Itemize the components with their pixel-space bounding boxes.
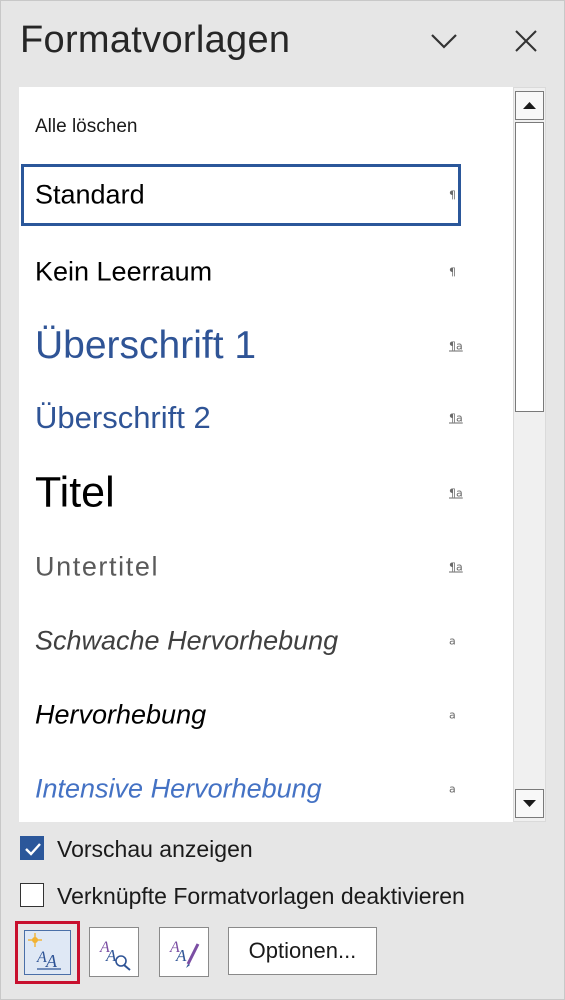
style-item-intensive-hervorhebung[interactable]: Intensive Hervorhebung a bbox=[19, 753, 513, 822]
chevron-down-icon bbox=[431, 34, 457, 49]
manage-styles-icon: A A bbox=[169, 939, 200, 968]
svg-text:A: A bbox=[175, 946, 187, 965]
linked-style-icon: ¶a bbox=[449, 411, 463, 425]
style-inspector-button[interactable]: A A bbox=[89, 927, 139, 977]
style-label: Alle löschen bbox=[35, 116, 138, 137]
disable-linked-checkbox[interactable] bbox=[20, 883, 44, 907]
style-item-titel[interactable]: Titel ¶a bbox=[19, 455, 513, 531]
scroll-up-button[interactable] bbox=[515, 91, 544, 120]
style-item-ueberschrift-2[interactable]: Überschrift 2 ¶a bbox=[19, 383, 513, 453]
style-label: Überschrift 2 bbox=[35, 400, 211, 435]
vertical-scrollbar[interactable] bbox=[513, 87, 546, 822]
clear-all-item[interactable]: Alle löschen bbox=[19, 97, 513, 157]
svg-text:A: A bbox=[105, 946, 117, 965]
scroll-down-button[interactable] bbox=[515, 789, 544, 818]
style-label: Untertitel bbox=[35, 551, 160, 582]
style-item-untertitel[interactable]: Untertitel ¶a bbox=[19, 531, 513, 603]
pane-title: Formatvorlagen bbox=[20, 19, 291, 61]
close-icon bbox=[515, 30, 537, 52]
checkmark-icon bbox=[25, 843, 41, 856]
style-label: Intensive Hervorhebung bbox=[35, 773, 322, 804]
manage-styles-button[interactable]: A A bbox=[159, 927, 209, 977]
styles-list: Alle löschen Standard ¶ Kein Leerraum ¶ … bbox=[19, 87, 513, 822]
style-label: Kein Leerraum bbox=[35, 256, 213, 287]
character-style-icon: a bbox=[449, 782, 456, 796]
disable-linked-label: Verknüpfte Formatvorlagen deaktivieren bbox=[57, 883, 465, 909]
linked-style-icon: ¶a bbox=[449, 560, 463, 574]
linked-style-icon: ¶a bbox=[449, 339, 463, 353]
style-label: Schwache Hervorhebung bbox=[35, 625, 339, 656]
style-label: Überschrift 1 bbox=[35, 324, 257, 367]
style-item-schwache-hervorhebung[interactable]: Schwache Hervorhebung a bbox=[19, 605, 513, 677]
character-style-icon: a bbox=[449, 708, 456, 722]
new-style-button-face: A A bbox=[24, 930, 71, 975]
preview-label: Vorschau anzeigen bbox=[57, 836, 253, 862]
svg-text:A: A bbox=[45, 951, 58, 971]
style-item-kein-leerraum[interactable]: Kein Leerraum ¶ bbox=[19, 237, 513, 307]
pane-options-button[interactable] bbox=[424, 21, 464, 61]
styles-pane: Formatvorlagen Alle löschen Standard ¶ K… bbox=[0, 0, 565, 1000]
paragraph-style-icon: ¶ bbox=[449, 265, 456, 279]
style-inspector-icon: A A bbox=[99, 939, 131, 971]
linked-style-icon: ¶a bbox=[449, 486, 463, 500]
preview-checkbox[interactable] bbox=[20, 836, 44, 860]
scroll-thumb[interactable] bbox=[515, 122, 544, 412]
options-button[interactable]: Optionen... bbox=[228, 927, 377, 975]
style-label: Titel bbox=[35, 468, 115, 517]
style-label: Hervorhebung bbox=[35, 699, 207, 730]
style-item-ueberschrift-1[interactable]: Überschrift 1 ¶a bbox=[19, 309, 513, 383]
style-item-hervorhebung[interactable]: Hervorhebung a bbox=[19, 679, 513, 751]
close-button[interactable] bbox=[506, 21, 546, 61]
new-style-button[interactable]: A A bbox=[15, 921, 80, 984]
triangle-up-icon bbox=[523, 102, 536, 109]
triangle-down-icon bbox=[523, 800, 536, 807]
new-style-icon: A A bbox=[28, 933, 61, 971]
selection-outline bbox=[21, 164, 461, 226]
character-style-icon: a bbox=[449, 634, 456, 648]
